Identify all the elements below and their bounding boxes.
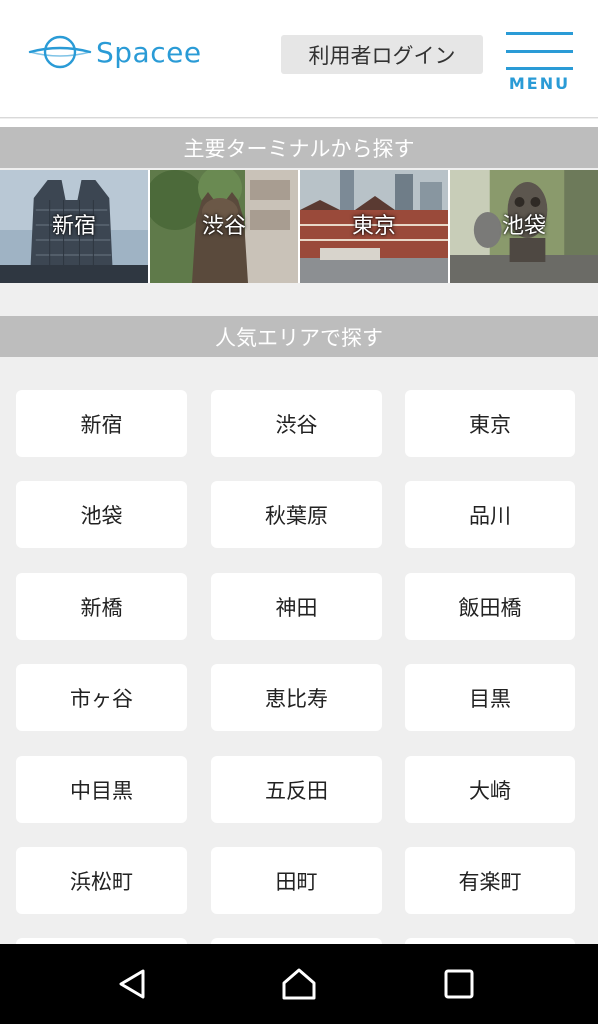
terminal-tile-shinjuku[interactable]: 新宿 (0, 170, 148, 283)
menu-label: MENU (508, 74, 571, 93)
terminal-section-title: 主要ターミナルから探す (0, 127, 598, 168)
logo-text: Spacee (96, 35, 202, 69)
terminal-label: 渋谷 (201, 214, 246, 239)
area-button[interactable]: 神田 (211, 573, 382, 640)
terminal-tile-shibuya[interactable]: 渋谷 (150, 170, 298, 283)
logo[interactable]: Spacee (28, 30, 202, 74)
area-button[interactable]: 有楽町 (405, 847, 575, 914)
area-button[interactable]: 中目黒 (16, 756, 187, 823)
area-button[interactable]: 飯田橋 (405, 573, 575, 640)
area-button[interactable]: 秋葉原 (211, 481, 382, 548)
recents-icon[interactable] (441, 966, 477, 1002)
area-button[interactable]: 大崎 (405, 756, 575, 823)
section-gap (0, 283, 598, 316)
header: Spacee 利用者ログイン MENU (0, 0, 598, 118)
divider (0, 119, 598, 127)
terminal-label: 東京 (351, 214, 396, 239)
terminal-label: 新宿 (51, 214, 96, 239)
area-button[interactable]: 浜松町 (16, 847, 187, 914)
area-button[interactable]: 渋谷 (211, 390, 382, 457)
area-grid: 新宿 渋谷 東京 池袋 秋葉原 品川 新橋 神田 飯田橋 市ヶ谷 恵比寿 目黒 … (0, 357, 598, 944)
area-button[interactable]: 田町 (211, 847, 382, 914)
menu-button[interactable]: MENU (506, 32, 574, 96)
area-button[interactable]: 五反田 (211, 756, 382, 823)
area-section-title: 人気エリアで探す (0, 316, 598, 357)
planet-logo-icon (28, 35, 92, 69)
area-button[interactable]: 東京 (405, 390, 575, 457)
area-button[interactable]: 品川 (405, 481, 575, 548)
terminal-tiles: 新宿 渋谷 東京 池袋 (0, 170, 598, 283)
system-nav-bar (0, 944, 598, 1024)
back-icon[interactable] (115, 966, 151, 1002)
menu-bar-icon (506, 50, 573, 53)
user-login-button[interactable]: 利用者ログイン (281, 35, 483, 74)
menu-bar-icon (506, 32, 573, 35)
area-button[interactable]: 市ヶ谷 (16, 664, 187, 731)
home-icon[interactable] (281, 966, 317, 1002)
terminal-tile-tokyo[interactable]: 東京 (300, 170, 448, 283)
page: Spacee 利用者ログイン MENU 主要ターミナルから探す 新宿 渋谷 東京… (0, 0, 598, 1024)
terminal-label: 池袋 (501, 214, 546, 239)
menu-bar-icon (506, 67, 573, 70)
area-button[interactable]: 池袋 (16, 481, 187, 548)
area-button[interactable]: 目黒 (405, 664, 575, 731)
terminal-tile-ikebukuro[interactable]: 池袋 (450, 170, 598, 283)
area-button[interactable]: 新宿 (16, 390, 187, 457)
area-button[interactable]: 新橋 (16, 573, 187, 640)
area-button[interactable]: 恵比寿 (211, 664, 382, 731)
